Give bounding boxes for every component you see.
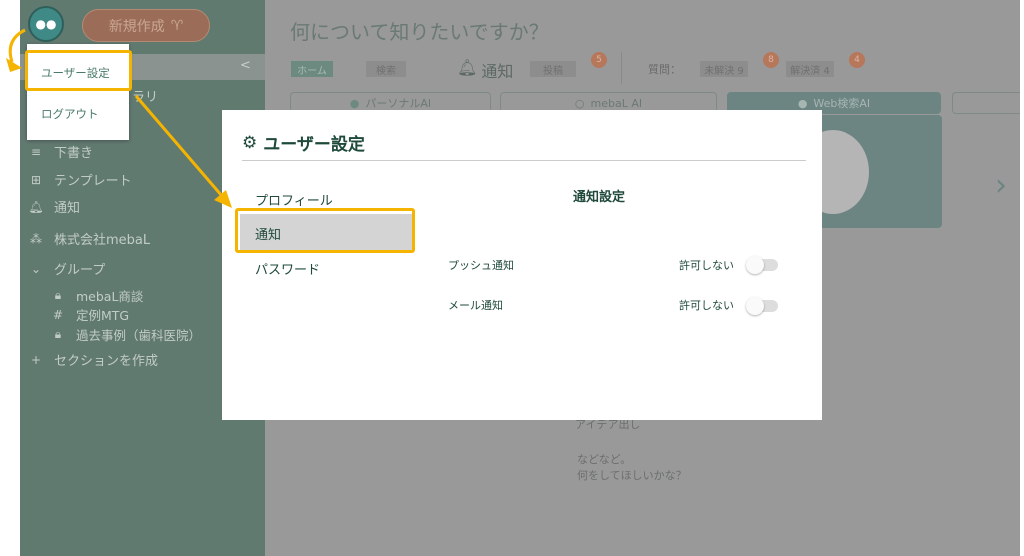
curved-arrow: [10, 30, 25, 62]
diagonal-arrow: [136, 96, 222, 196]
arrowhead: [214, 190, 232, 208]
arrowhead: [6, 58, 22, 72]
annotation-arrows: [0, 0, 1024, 556]
